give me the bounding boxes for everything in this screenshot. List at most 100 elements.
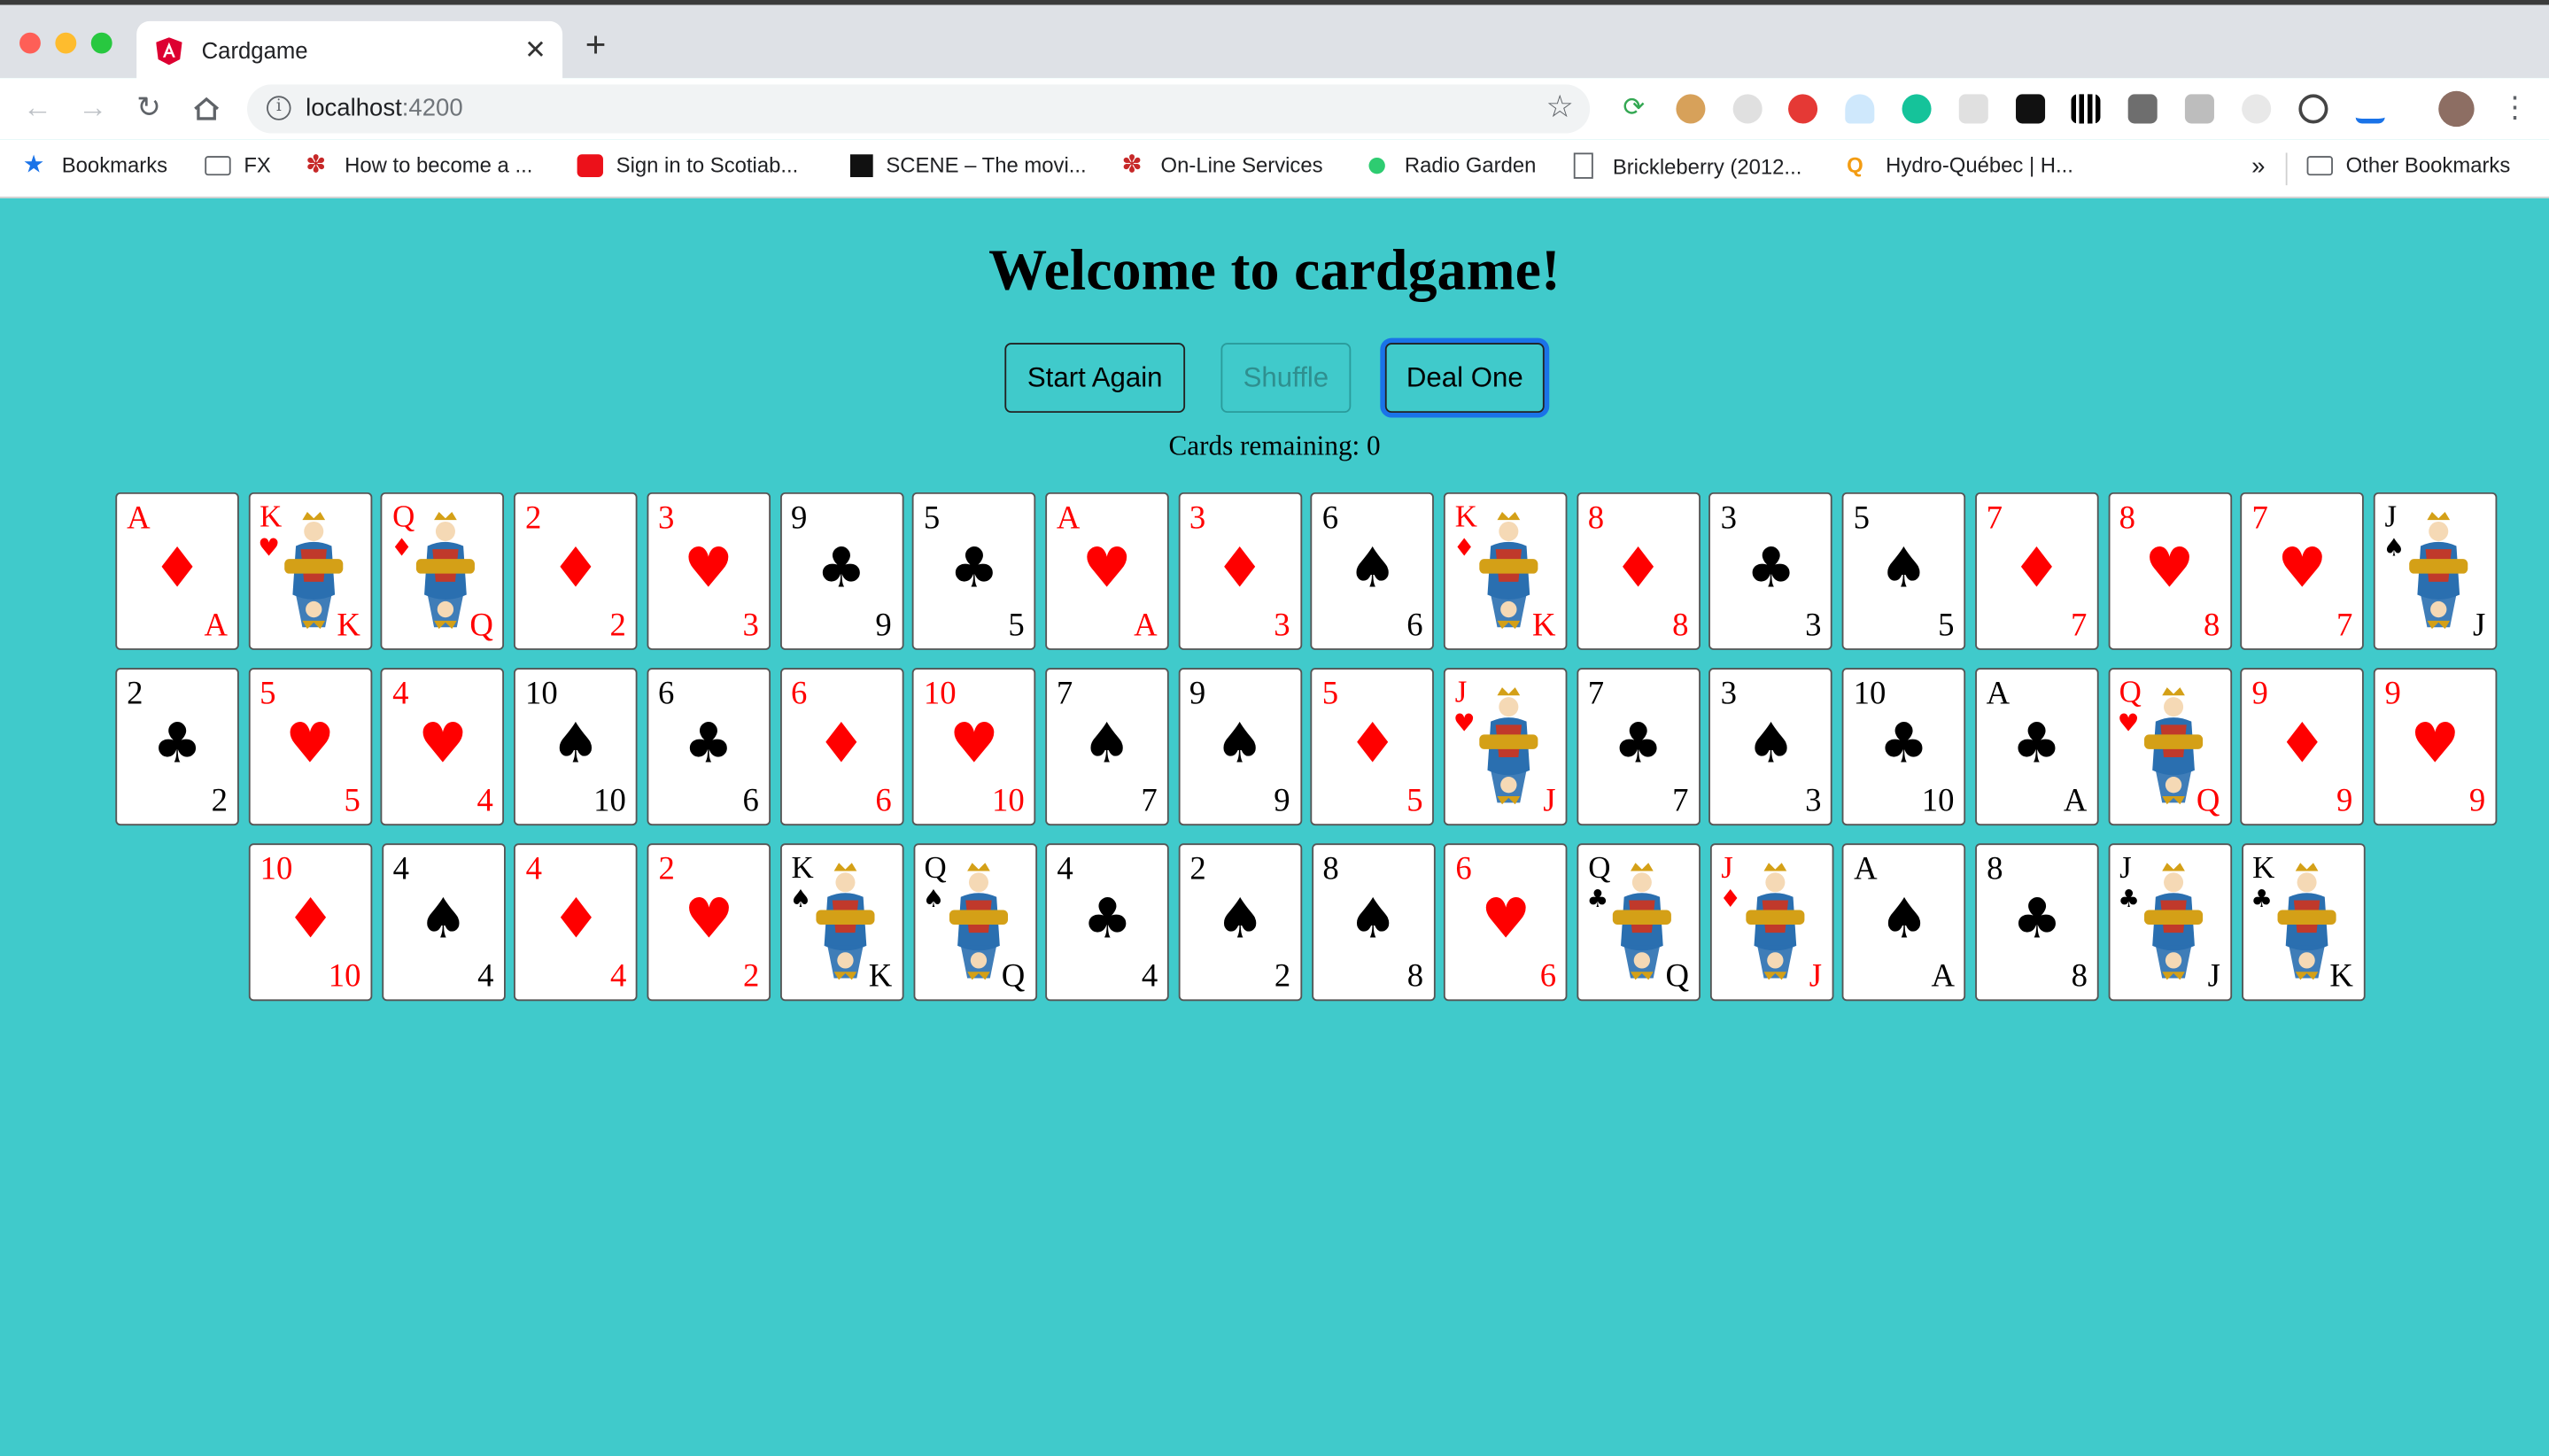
card-rank-top: 8 (1987, 851, 2003, 887)
card-rank-top: 5 (1321, 676, 1339, 712)
playing-card: 9 ♠ 9 (1177, 668, 1302, 826)
spade-icon: ♠ (1348, 887, 1398, 953)
heart-icon: ♥ (1081, 536, 1132, 601)
forward-icon[interactable]: → (78, 91, 107, 124)
card-rank-top: A (1986, 676, 2011, 712)
playing-card: J ♠ J (2373, 492, 2498, 650)
card-rank-top: 9 (2384, 676, 2401, 712)
bookmark-bookmarks[interactable]: ★ Bookmarks (23, 152, 167, 177)
card-rank-bottom: 3 (1274, 608, 1290, 644)
club-icon: ♣ (2011, 711, 2062, 778)
swirl-extension-icon[interactable] (2298, 94, 2328, 124)
card-rank-bottom: 3 (1805, 608, 1822, 644)
back-icon[interactable]: ← (23, 91, 52, 124)
playing-card: 3 ♠ 3 (1708, 668, 1833, 826)
address-bar[interactable]: i localhost:4200 ☆ (246, 84, 1591, 134)
bookmarks-divider (2285, 152, 2288, 186)
close-window-button[interactable] (19, 32, 41, 54)
info-icon[interactable]: i (267, 96, 291, 120)
page-title: Welcome to cardgame! (988, 236, 1561, 303)
folder-icon (2306, 155, 2333, 175)
heart-icon: ♥ (684, 887, 734, 953)
card-rank-top: Q (1588, 851, 1611, 886)
adblock-extension-icon[interactable] (1788, 94, 1818, 124)
playing-card: 10 ♦ 10 (248, 843, 373, 1002)
card-rank-top: J (1721, 851, 1733, 886)
card-rank-bottom: 5 (1008, 608, 1025, 644)
card-rank-top: 10 (260, 851, 293, 887)
other-bookmarks[interactable]: Other Bookmarks (2306, 152, 2510, 177)
club-icon: ♣ (1586, 884, 1609, 914)
face-card-portrait-icon (949, 863, 1008, 980)
minimize-window-button[interactable] (55, 32, 77, 54)
bookmark-how-to-become[interactable]: ✽ How to become a ... (306, 152, 532, 177)
sync-extension-icon[interactable]: ⟳ (1619, 94, 1649, 124)
new-tab-icon[interactable]: + (585, 27, 607, 62)
shuffle-button[interactable]: Shuffle (1220, 343, 1352, 414)
s-extension-icon[interactable] (1958, 94, 1988, 124)
playing-card: 4 ♦ 4 (514, 843, 639, 1002)
bookmark-radio-garden[interactable]: Radio Garden (1368, 152, 1536, 177)
qr-code-extension-icon[interactable] (2071, 94, 2101, 124)
card-rank-bottom: K (337, 608, 360, 644)
dark-extension-icon[interactable] (2016, 94, 2046, 124)
card-rank-bottom: 3 (742, 608, 759, 644)
hydro-quebec-icon: Q (1847, 151, 1863, 177)
card-rank-top: 3 (1720, 676, 1738, 712)
face-card-portrait-icon (1612, 863, 1671, 980)
card-rank-top: 4 (525, 851, 542, 887)
card-rank-bottom: 10 (328, 958, 361, 995)
triangle-extension-icon[interactable] (2355, 94, 2385, 124)
reload-icon[interactable]: ↻ (136, 91, 161, 124)
playing-card: 7 ♦ 7 (1974, 492, 2099, 650)
maple-leaf-icon: ✽ (306, 150, 327, 178)
playing-card: Q ♥ Q (2107, 668, 2232, 826)
bookmark-fx[interactable]: FX (205, 152, 271, 177)
home-icon[interactable] (192, 96, 221, 121)
bookmark-label: Sign in to Scotiab... (616, 152, 799, 177)
bookmark-label: Radio Garden (1404, 152, 1537, 177)
bookmark-scotiabank[interactable]: Sign in to Scotiab... (577, 152, 799, 177)
face-card-portrait-icon (1745, 863, 1804, 980)
bookmark-scene[interactable]: SCENE – The movi... (849, 152, 1087, 177)
cookie-extension-icon[interactable] (1676, 94, 1706, 124)
spade-icon: ♠ (1879, 887, 1930, 953)
card-rank-bottom: 5 (1406, 783, 1423, 819)
grammarly-extension-icon[interactable] (1902, 94, 1932, 124)
face-card-portrait-icon (2143, 687, 2203, 805)
club-icon: ♣ (152, 711, 203, 778)
start-again-button[interactable]: Start Again (1004, 343, 1186, 414)
spade-icon: ♠ (789, 884, 812, 914)
playing-card: 2 ♠ 2 (1178, 843, 1303, 1002)
ghostery-extension-icon[interactable] (1845, 94, 1875, 124)
playing-card: 10 ♠ 10 (514, 668, 638, 826)
club-icon: ♣ (2251, 884, 2273, 914)
card-rank-top: J (2384, 500, 2398, 535)
card-rank-top: 3 (658, 500, 675, 537)
menu-icon[interactable]: ⋮ (2500, 91, 2530, 124)
bookmark-star-icon[interactable]: ☆ (1546, 89, 1573, 127)
playing-card: 10 ♥ 10 (912, 668, 1036, 826)
card-rank-top: 8 (1587, 500, 1605, 537)
angular-devtools-extension-icon[interactable] (2127, 94, 2158, 124)
profile-avatar[interactable] (2438, 90, 2475, 128)
bookmark-hydro-quebec[interactable]: Q Hydro-Québec | H... (1847, 152, 2073, 177)
u-extension-icon[interactable] (2242, 94, 2272, 124)
close-tab-icon[interactable]: ✕ (524, 35, 546, 67)
zoom-window-button[interactable] (90, 32, 112, 54)
bookmark-brickleberry[interactable]: Brickleberry (2012... (1573, 152, 1801, 179)
browser-window: Cardgame ✕ + ← → ↻ i localhost:4200 ☆ ⟳ (0, 0, 2549, 1456)
card-rank-top: 4 (392, 676, 409, 712)
diamond-icon: ♦ (551, 887, 601, 953)
tab-cardgame[interactable]: Cardgame ✕ (136, 20, 563, 83)
bookmarks-overflow-button[interactable]: » (2251, 152, 2265, 180)
card-rank-top: 2 (127, 676, 143, 712)
card-rank-top: 10 (1853, 676, 1887, 712)
heart-icon: ♥ (683, 536, 733, 601)
card-rank-top: K (2252, 851, 2275, 886)
diamond-icon: ♦ (391, 532, 413, 562)
circle-extension-icon[interactable] (1732, 94, 1763, 124)
bookmark-online-services[interactable]: ✽ On-Line Services (1121, 152, 1322, 177)
g-extension-icon[interactable] (2184, 94, 2214, 124)
deal-one-button[interactable]: Deal One (1384, 343, 1545, 414)
